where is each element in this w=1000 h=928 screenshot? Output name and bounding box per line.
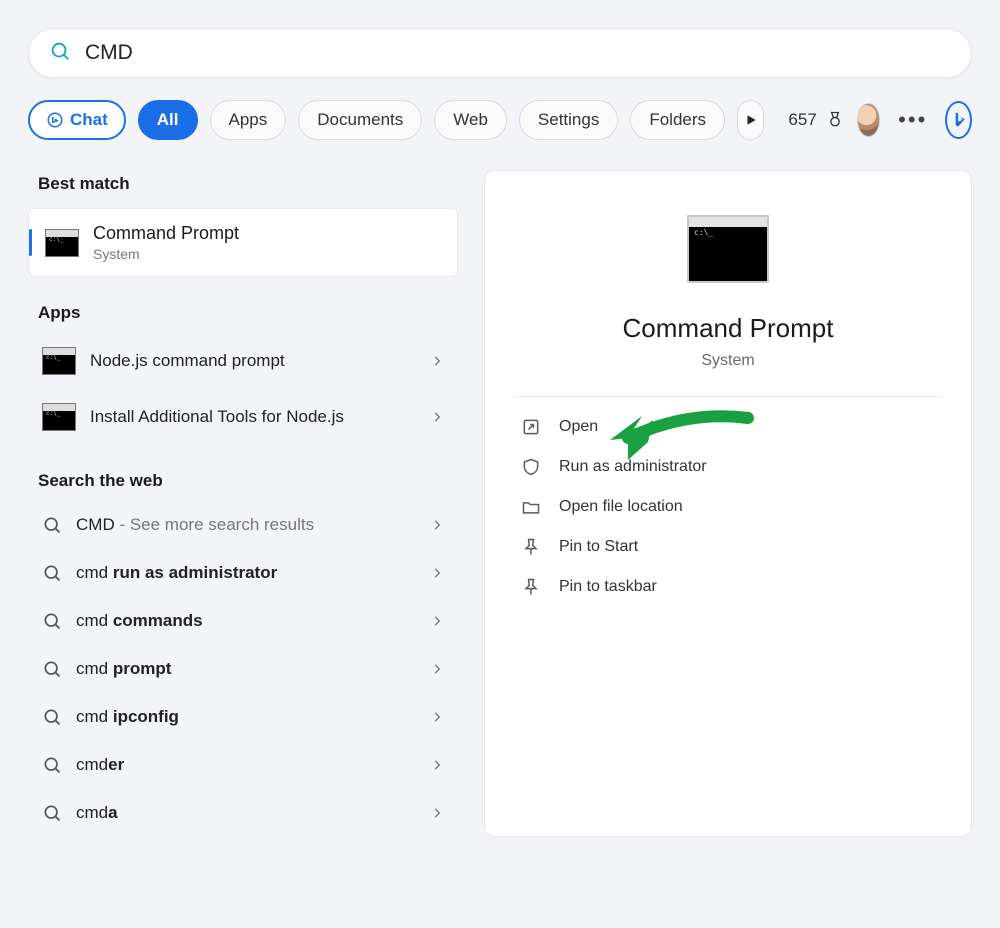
rewards-counter[interactable]: 657 <box>788 110 844 130</box>
search-icon <box>49 40 71 67</box>
app-label: Install Additional Tools for Node.js <box>90 407 416 427</box>
command-prompt-icon <box>42 403 76 431</box>
folder-icon <box>521 497 541 517</box>
web-suggestion[interactable]: cmd ipconfig <box>28 693 458 741</box>
action-label: Open file location <box>559 498 683 516</box>
chevron-right-icon <box>430 758 444 772</box>
results-panel: Best match Command Prompt System Apps No… <box>28 170 458 837</box>
search-icon <box>42 803 62 823</box>
detail-title: Command Prompt <box>513 313 943 344</box>
search-bar[interactable] <box>28 28 972 78</box>
shield-icon <box>521 457 541 477</box>
web-suggestion-label: cmder <box>76 755 416 775</box>
action-label: Run as administrator <box>559 458 707 476</box>
filter-settings[interactable]: Settings <box>519 100 618 140</box>
rewards-count: 657 <box>788 110 816 130</box>
action-open-location[interactable]: Open file location <box>513 487 943 527</box>
filter-all[interactable]: All <box>138 100 198 140</box>
web-suggestion-label: cmd ipconfig <box>76 707 416 727</box>
section-apps: Apps <box>38 303 448 323</box>
detail-app-icon <box>687 215 769 283</box>
filter-more-button[interactable] <box>737 100 764 140</box>
web-suggestion[interactable]: cmd commands <box>28 597 458 645</box>
chevron-right-icon <box>430 662 444 676</box>
pin-icon <box>521 537 541 557</box>
chevron-right-icon <box>430 614 444 628</box>
open-icon <box>521 417 541 437</box>
search-icon <box>42 515 62 535</box>
chevron-right-icon <box>430 566 444 580</box>
search-icon <box>42 707 62 727</box>
action-label: Pin to Start <box>559 538 638 556</box>
action-pin-taskbar[interactable]: Pin to taskbar <box>513 567 943 607</box>
chevron-right-icon <box>430 710 444 724</box>
web-suggestion[interactable]: CMD - See more search results <box>28 501 458 549</box>
pin-icon <box>521 577 541 597</box>
search-input[interactable] <box>85 41 951 65</box>
chat-chip[interactable]: Chat <box>28 100 126 140</box>
chevron-right-icon <box>430 354 444 368</box>
web-suggestion[interactable]: cmder <box>28 741 458 789</box>
more-menu-button[interactable]: ••• <box>892 103 933 137</box>
best-match-subtitle: System <box>93 246 239 262</box>
action-open[interactable]: Open <box>513 407 943 447</box>
chat-label: Chat <box>70 110 108 130</box>
filter-apps[interactable]: Apps <box>210 100 287 140</box>
web-suggestion[interactable]: cmda <box>28 789 458 837</box>
app-item-node-cmd[interactable]: Node.js command prompt <box>28 333 458 389</box>
detail-panel: Command Prompt System Open Run as admini… <box>484 170 972 837</box>
app-item-node-tools[interactable]: Install Additional Tools for Node.js <box>28 389 458 445</box>
bing-chat-icon <box>46 111 64 129</box>
bing-button[interactable] <box>945 101 972 139</box>
search-icon <box>42 755 62 775</box>
web-suggestion-label: cmd run as administrator <box>76 563 416 583</box>
search-icon <box>42 659 62 679</box>
command-prompt-icon <box>45 229 79 257</box>
filter-folders[interactable]: Folders <box>630 100 725 140</box>
chevron-right-icon <box>430 410 444 424</box>
web-suggestion-label: CMD - See more search results <box>76 515 416 535</box>
filter-bar: Chat All Apps Documents Web Settings Fol… <box>28 100 972 140</box>
bing-icon <box>949 110 969 130</box>
chevron-right-icon <box>430 518 444 532</box>
avatar[interactable] <box>857 103 880 137</box>
web-suggestion-label: cmd commands <box>76 611 416 631</box>
chevron-right-icon <box>430 806 444 820</box>
filter-documents[interactable]: Documents <box>298 100 422 140</box>
filter-web[interactable]: Web <box>434 100 507 140</box>
action-label: Pin to taskbar <box>559 578 657 596</box>
divider <box>513 396 943 397</box>
detail-subtitle: System <box>513 352 943 370</box>
action-run-admin[interactable]: Run as administrator <box>513 447 943 487</box>
web-suggestion[interactable]: cmd prompt <box>28 645 458 693</box>
medal-icon <box>825 110 845 130</box>
web-suggestion-label: cmda <box>76 803 416 823</box>
best-match-item[interactable]: Command Prompt System <box>28 208 458 277</box>
section-search-web: Search the web <box>38 471 448 491</box>
section-best-match: Best match <box>38 174 448 194</box>
action-label: Open <box>559 418 598 436</box>
search-icon <box>42 611 62 631</box>
play-icon <box>744 113 758 127</box>
search-icon <box>42 563 62 583</box>
command-prompt-icon <box>42 347 76 375</box>
web-suggestion[interactable]: cmd run as administrator <box>28 549 458 597</box>
web-suggestion-label: cmd prompt <box>76 659 416 679</box>
app-label: Node.js command prompt <box>90 351 416 371</box>
action-pin-start[interactable]: Pin to Start <box>513 527 943 567</box>
best-match-title: Command Prompt <box>93 223 239 244</box>
